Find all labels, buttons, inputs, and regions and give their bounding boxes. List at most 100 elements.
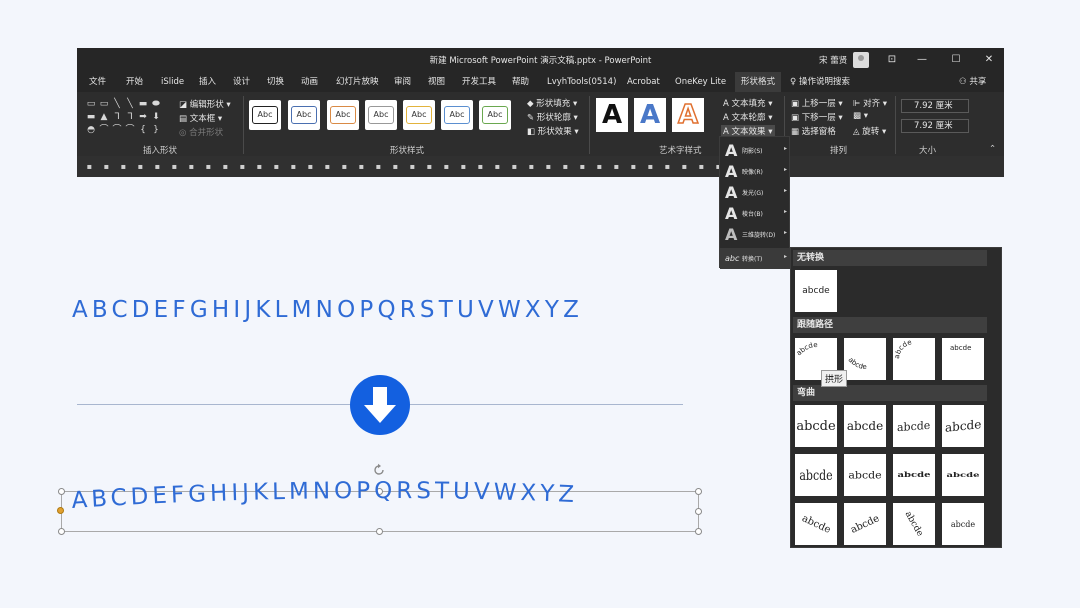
toolbar-icon[interactable]: ▪ bbox=[372, 161, 385, 172]
toolbar-icon[interactable]: ▪ bbox=[474, 161, 487, 172]
shape-icon[interactable]: } bbox=[150, 124, 162, 137]
user-name[interactable]: 宋 蕾贤 bbox=[819, 54, 847, 66]
toolbar-icon[interactable]: ▪ bbox=[508, 161, 521, 172]
transform-follow-path-4[interactable]: abcde bbox=[942, 338, 984, 380]
alphabet-text-warped[interactable]: ABCDEFGHIJKLMNOPQRSTUVWXYZ bbox=[60, 470, 700, 520]
toolbar-icon[interactable]: ▪ bbox=[355, 161, 368, 172]
toolbar-icon[interactable]: ▪ bbox=[287, 161, 300, 172]
transform-warp-11[interactable]: abcde bbox=[893, 503, 935, 545]
shape-icon[interactable]: ◓ bbox=[85, 124, 97, 137]
shape-icon[interactable]: ╲ bbox=[124, 98, 136, 111]
tab-review[interactable]: 审阅 bbox=[394, 72, 411, 92]
shape-gallery[interactable]: ▭ ▭ ╲ ╲ ▬ ⬬ ▬ ▲ ᒣ ᒣ ➡ ⬇ ◓ ⌒ ⌒ ⌒{} bbox=[85, 98, 165, 136]
share-button[interactable]: ⚇ 共享 bbox=[959, 72, 986, 92]
toolbar-icon[interactable]: ▪ bbox=[457, 161, 470, 172]
transform-follow-path-2[interactable]: abcde bbox=[844, 338, 886, 380]
toolbar-icon[interactable]: ▪ bbox=[661, 161, 674, 172]
shape-icon[interactable]: ᒣ bbox=[111, 111, 123, 124]
shape-style-7[interactable]: Abc bbox=[479, 100, 511, 130]
shape-style-4[interactable]: Abc bbox=[365, 100, 397, 130]
shape-outline-button[interactable]: ✎ 形状轮廓 ▾ bbox=[527, 111, 578, 123]
text-outline-button[interactable]: A 文本轮廓 ▾ bbox=[723, 111, 773, 123]
transform-warp-1[interactable]: abcde bbox=[795, 405, 837, 447]
toolbar-icon[interactable]: ▪ bbox=[525, 161, 538, 172]
toolbar-icon[interactable]: ▪ bbox=[491, 161, 504, 172]
group-button[interactable]: ▩ ▾ bbox=[853, 111, 868, 121]
edit-shape-button[interactable]: ◪ 编辑形状 ▾ bbox=[179, 98, 231, 110]
alphabet-text-original[interactable]: ABCDEFGHIJKLMNOPQRSTUVWXYZ bbox=[72, 297, 687, 323]
avatar[interactable] bbox=[853, 52, 869, 68]
toolbar-icon[interactable]: ▪ bbox=[219, 161, 232, 172]
shape-fill-button[interactable]: ◆ 形状填充 ▾ bbox=[527, 97, 577, 109]
resize-handle[interactable] bbox=[58, 528, 65, 535]
shape-icon[interactable]: ᒣ bbox=[124, 111, 136, 124]
shape-icon[interactable]: ⌒ bbox=[111, 124, 123, 137]
shape-icon[interactable]: ⌒ bbox=[124, 124, 136, 137]
toolbar-icon[interactable]: ▪ bbox=[406, 161, 419, 172]
tab-home[interactable]: 开始 bbox=[126, 72, 143, 92]
transform-none[interactable]: abcde bbox=[795, 270, 837, 312]
shape-icon[interactable]: ▲ bbox=[98, 111, 110, 124]
transform-warp-8[interactable]: abcde bbox=[942, 454, 984, 496]
toolbar-icon[interactable]: ▪ bbox=[236, 161, 249, 172]
shape-icon[interactable]: { bbox=[137, 124, 149, 137]
tab-shape-format[interactable]: 形状格式 bbox=[735, 72, 782, 92]
toolbar-icon[interactable]: ▪ bbox=[100, 161, 113, 172]
wordart-style-blue[interactable]: A bbox=[634, 98, 666, 132]
minimize-button[interactable]: — bbox=[913, 51, 931, 69]
text-fill-button[interactable]: A 文本填充 ▾ bbox=[723, 97, 773, 109]
shape-icon[interactable]: ▭ bbox=[98, 98, 110, 111]
toolbar-icon[interactable]: ▪ bbox=[695, 161, 708, 172]
toolbar-icon[interactable]: ▪ bbox=[576, 161, 589, 172]
toolbar-icon[interactable]: ▪ bbox=[270, 161, 283, 172]
shape-icon[interactable]: ▭ bbox=[85, 98, 97, 111]
toolbar-icon[interactable]: ▪ bbox=[151, 161, 164, 172]
toolbar-icon[interactable]: ▪ bbox=[321, 161, 334, 172]
text-box-button[interactable]: ▤ 文本框 ▾ bbox=[179, 112, 222, 124]
toolbar-icon[interactable]: ▪ bbox=[423, 161, 436, 172]
send-backward-button[interactable]: ▣ 下移一层 ▾ bbox=[791, 111, 843, 123]
tab-lvyhtools[interactable]: LvyhTools(0514) bbox=[547, 72, 616, 92]
toolbar-icon[interactable]: ▪ bbox=[678, 161, 691, 172]
shape-style-5[interactable]: Abc bbox=[403, 100, 435, 130]
collapse-ribbon-icon[interactable]: ⌃ bbox=[989, 144, 996, 154]
toolbar-icon[interactable]: ▪ bbox=[389, 161, 402, 172]
shape-height-field[interactable]: 7.92 厘米 bbox=[901, 99, 969, 113]
shape-style-2[interactable]: Abc bbox=[288, 100, 320, 130]
tab-acrobat[interactable]: Acrobat bbox=[627, 72, 660, 92]
shape-width-field[interactable]: 7.92 厘米 bbox=[901, 119, 969, 133]
tab-developer[interactable]: 开发工具 bbox=[462, 72, 496, 92]
tab-islide[interactable]: iSlide bbox=[161, 72, 184, 92]
tab-slideshow[interactable]: 幻灯片放映 bbox=[336, 72, 379, 92]
transform-follow-path-3[interactable]: abcde bbox=[893, 338, 935, 380]
bring-forward-button[interactable]: ▣ 上移一层 ▾ bbox=[791, 97, 843, 109]
toolbar-icon[interactable]: ▪ bbox=[253, 161, 266, 172]
shape-icon[interactable]: ⌒ bbox=[98, 124, 110, 137]
text-effects-item[interactable]: abc 转换(T) ▸ bbox=[720, 248, 791, 269]
toolbar-icon[interactable]: ▪ bbox=[83, 161, 96, 172]
transform-warp-5[interactable]: abcde bbox=[795, 454, 837, 496]
transform-warp-12[interactable]: abcde bbox=[942, 503, 984, 545]
shape-effects-button[interactable]: ◧ 形状效果 ▾ bbox=[527, 125, 579, 137]
text-effects-item[interactable]: A 阴影(S) ▸ bbox=[720, 140, 791, 161]
resize-handle[interactable] bbox=[376, 528, 383, 535]
shape-icon[interactable]: ⬬ bbox=[150, 98, 162, 111]
merge-shapes-button[interactable]: ◎ 合并形状 bbox=[179, 126, 223, 138]
wordart-style-black[interactable]: A bbox=[596, 98, 628, 132]
wordart-style-orange-outline[interactable]: A bbox=[672, 98, 704, 132]
transform-warp-7[interactable]: abcde bbox=[893, 454, 935, 496]
toolbar-icon[interactable]: ▪ bbox=[627, 161, 640, 172]
text-effects-item[interactable]: A 棱台(B) ▸ bbox=[720, 203, 791, 224]
shape-icon[interactable]: ▬ bbox=[137, 98, 149, 111]
transform-warp-4[interactable]: abcde bbox=[942, 405, 984, 447]
toolbar-icon[interactable]: ▪ bbox=[593, 161, 606, 172]
help-search[interactable]: ♀ 操作说明搜索 bbox=[790, 72, 850, 92]
text-effects-item[interactable]: A 映像(R) ▸ bbox=[720, 161, 791, 182]
tab-animations[interactable]: 动画 bbox=[301, 72, 318, 92]
tab-onekey[interactable]: OneKey Lite bbox=[675, 72, 726, 92]
tab-file[interactable]: 文件 bbox=[89, 72, 106, 92]
toolbar-icon[interactable]: ▪ bbox=[644, 161, 657, 172]
tab-transitions[interactable]: 切换 bbox=[267, 72, 284, 92]
shape-style-3[interactable]: Abc bbox=[327, 100, 359, 130]
tab-view[interactable]: 视图 bbox=[428, 72, 445, 92]
